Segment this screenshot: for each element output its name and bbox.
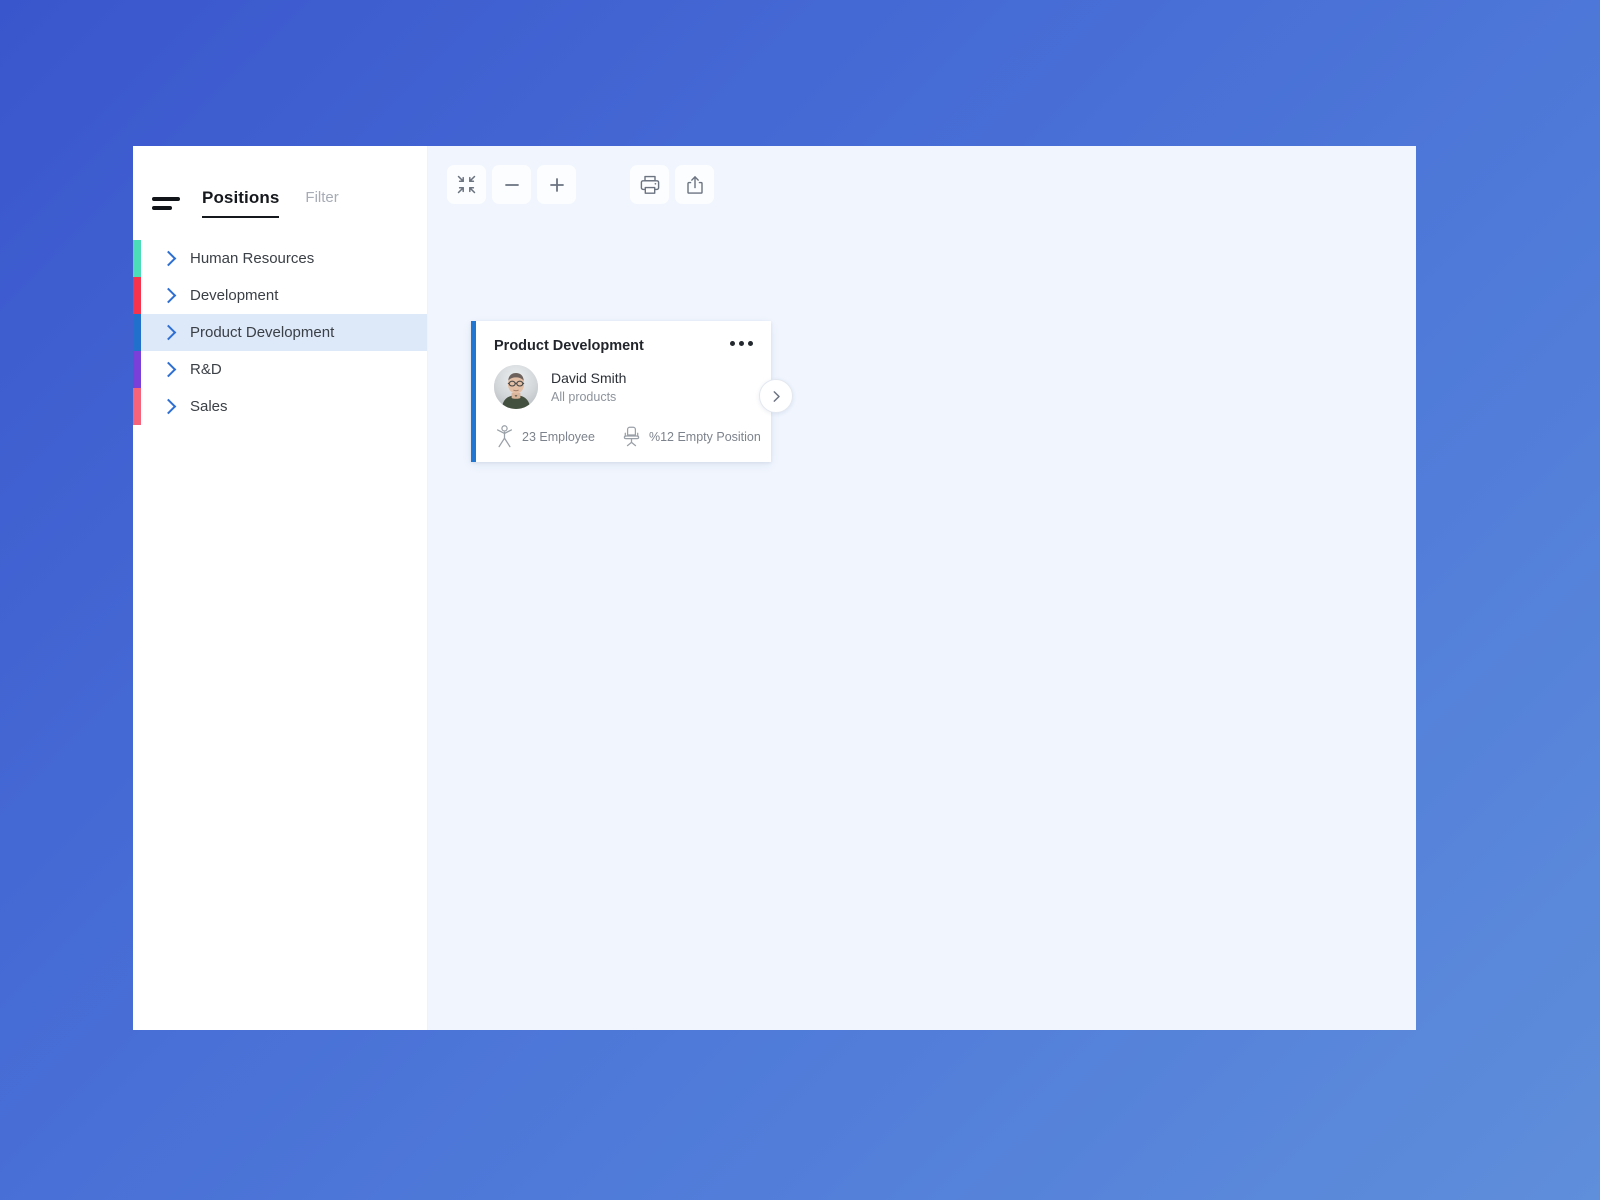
department-color-bar <box>133 277 141 314</box>
chevron-right-icon <box>773 390 780 402</box>
department-color-bar <box>133 240 141 277</box>
sidebar-item-development[interactable]: Development <box>133 277 427 314</box>
tab-filter[interactable]: Filter <box>305 188 338 218</box>
chevron-right-icon[interactable] <box>160 398 177 415</box>
stat-empty-position-text: %12 Empty Position <box>648 429 761 444</box>
sidebar: Positions Filter Human Resources Develop… <box>133 146 428 1030</box>
zoom-out-button[interactable] <box>492 165 531 204</box>
chevron-right-icon[interactable] <box>160 250 177 267</box>
hamburger-icon[interactable] <box>152 197 180 213</box>
tab-positions[interactable]: Positions <box>202 188 280 218</box>
share-button[interactable] <box>675 165 714 204</box>
chevron-right-icon[interactable] <box>160 324 177 341</box>
card-person: David Smith All products <box>494 365 753 409</box>
sidebar-item-label: Development <box>190 287 279 304</box>
more-options-icon[interactable] <box>722 337 753 350</box>
plus-icon <box>549 177 564 192</box>
person-name: David Smith <box>551 370 627 386</box>
minus-icon <box>504 183 519 186</box>
avatar <box>494 365 538 409</box>
sidebar-header: Positions Filter <box>133 146 427 218</box>
card-stats: 23 Employee %12 Empty Position <box>494 425 761 448</box>
collapse-arrows-icon <box>457 175 476 194</box>
print-button[interactable] <box>630 165 669 204</box>
sidebar-item-label: Human Resources <box>190 250 315 267</box>
person-subtitle: All products <box>551 390 617 404</box>
office-chair-icon <box>623 426 640 447</box>
stat-employee-count: 23 Employee <box>494 425 595 448</box>
chevron-right-icon[interactable] <box>160 287 177 304</box>
sidebar-item-label: Product Development <box>190 324 335 341</box>
department-list: Human Resources Development Product Deve… <box>133 240 427 425</box>
printer-icon <box>640 175 659 194</box>
department-color-bar <box>133 388 141 425</box>
sidebar-item-product-development[interactable]: Product Development <box>133 314 427 351</box>
stat-empty-position: %12 Empty Position <box>621 425 761 448</box>
canvas-toolbar <box>447 165 720 204</box>
sidebar-item-rd[interactable]: R&D <box>133 351 427 388</box>
app-window: Positions Filter Human Resources Develop… <box>133 146 1416 1030</box>
department-color-bar <box>133 351 141 388</box>
chevron-right-icon[interactable] <box>160 361 177 378</box>
sidebar-item-human-resources[interactable]: Human Resources <box>133 240 427 277</box>
sidebar-item-sales[interactable]: Sales <box>133 388 427 425</box>
card-titlebar: Product Development <box>494 337 753 355</box>
zoom-in-button[interactable] <box>537 165 576 204</box>
fit-to-screen-button[interactable] <box>447 165 486 204</box>
sidebar-item-label: Sales <box>190 398 228 415</box>
department-color-bar <box>133 314 141 351</box>
user-photo-avatar <box>494 365 538 409</box>
sidebar-item-label: R&D <box>190 361 222 378</box>
person-info: David Smith All products <box>551 369 626 405</box>
org-chart-canvas: Product Development David Smith All prod… <box>428 146 1416 1030</box>
share-upload-icon <box>686 175 703 194</box>
person-raised-arms-icon <box>496 425 513 448</box>
org-node-card[interactable]: Product Development David Smith All prod… <box>471 321 793 462</box>
card-title: Product Development <box>494 338 644 354</box>
expand-node-button[interactable] <box>759 379 793 413</box>
stat-employee-text: 23 Employee <box>522 429 595 444</box>
